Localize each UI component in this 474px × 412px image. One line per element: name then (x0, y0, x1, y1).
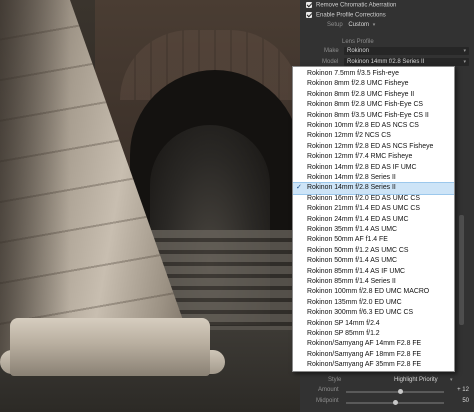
pillar-shadow (0, 0, 70, 360)
panel-scrollbar[interactable] (459, 215, 464, 325)
caret-down-icon: ▾ (372, 22, 376, 28)
lens-menu-item-label: Rokinon 50mm f/1.4 AS UMC (307, 257, 397, 265)
remove-ca-row[interactable]: Remove Chromatic Aberration (300, 2, 474, 9)
lens-menu-item-label: Rokinon 14mm f/2.8 ED AS IF UMC (307, 163, 417, 171)
lens-menu-item[interactable]: Rokinon 14mm f/2.8 ED AS IF UMC (293, 163, 454, 173)
make-select[interactable]: Rokinon ▾ (344, 47, 469, 55)
lens-menu-item-label: Rokinon 50mm AF f1.4 FE (307, 236, 388, 244)
lens-model-dropdown[interactable]: Rokinon 7.5mm f/3.5 Fish-eye Rokinon 8mm … (292, 66, 455, 372)
amount-label: Amount (318, 387, 339, 393)
lens-menu-item-label: Rokinon 8mm f/2.8 UMC Fisheye II (307, 90, 415, 98)
lens-menu-item[interactable]: Rokinon/Samyang AF 45mm F1.8 FE (293, 371, 454, 372)
enable-profile-row[interactable]: Enable Profile Corrections (300, 12, 474, 19)
enable-profile-label: Enable Profile Corrections (316, 12, 386, 19)
lens-menu-item[interactable]: Rokinon 24mm f/1.4 ED AS UMC (293, 215, 454, 225)
amount-slider-thumb[interactable] (398, 388, 404, 394)
lens-menu-item[interactable]: Rokinon 85mm f/1.4 Series II (293, 277, 454, 287)
lens-menu-item-label: Rokinon 16mm f/2.0 ED AS UMC CS (307, 194, 420, 202)
lens-profile-title: Lens Profile (342, 39, 374, 45)
caret-down-icon: ▾ (450, 377, 453, 383)
lens-menu-item[interactable]: Rokinon/Samyang AF 14mm F2.8 FE (293, 339, 454, 349)
style-label: Style (328, 377, 342, 383)
lens-menu-item-label: Rokinon 8mm f/2.8 UMC Fish-Eye CS (307, 101, 424, 109)
lens-menu-item[interactable]: Rokinon 14mm f/2.8 Series II (293, 173, 454, 183)
lens-menu-item-label: Rokinon 14mm f/2.8 Series II (307, 184, 396, 192)
lens-menu-item[interactable]: Rokinon 50mm f/1.4 AS UMC (293, 256, 454, 266)
lens-menu-item-label: Rokinon 300mm f/6.3 ED UMC CS (307, 309, 414, 317)
lens-menu-item[interactable]: Rokinon 50mm f/1.2 AS UMC CS (293, 246, 454, 256)
lens-menu-item-label: Rokinon 12mm f/7.4 RMC Fisheye (307, 153, 413, 161)
lens-menu-item[interactable]: Rokinon/Samyang AF 18mm F2.8 FE (293, 350, 454, 360)
lens-menu-item[interactable]: Rokinon 8mm f/2.8 UMC Fisheye II (293, 90, 454, 100)
lens-menu-item[interactable]: Rokinon 35mm f/1.4 AS UMC (293, 225, 454, 235)
lens-menu-item[interactable]: ✓ Rokinon 14mm f/2.8 Series II (293, 182, 454, 195)
make-value: Rokinon (347, 48, 370, 54)
lens-menu-item[interactable]: Rokinon 8mm f/2.8 UMC Fish-Eye CS (293, 100, 454, 110)
lens-menu-item[interactable]: Rokinon 300mm f/6.3 ED UMC CS (293, 308, 454, 318)
midpoint-value-row[interactable]: 50 (449, 398, 469, 404)
remove-ca-checkbox[interactable] (306, 2, 312, 8)
lens-menu-item[interactable]: Rokinon 100mm f/2.8 ED UMC MACRO (293, 287, 454, 297)
amount-value[interactable]: + 12 (457, 387, 469, 393)
lens-menu-item-label: Rokinon 12mm f/2.8 ED AS NCS Fisheye (307, 142, 434, 150)
photo-canvas (0, 0, 300, 412)
lens-menu-item[interactable]: Rokinon 16mm f/2.0 ED AS UMC CS (293, 194, 454, 204)
lens-menu-item-label: Rokinon 21mm f/1.4 ED AS UMC CS (307, 205, 420, 213)
lens-menu-item[interactable]: Rokinon SP 14mm f/2.4 (293, 319, 454, 329)
setup-label: Setup (327, 22, 343, 28)
model-label: Model (322, 59, 339, 65)
model-value: Rokinon 14mm f/2.8 Series II (347, 59, 425, 65)
lens-menu-item[interactable]: Rokinon 10mm f/2.8 ED AS NCS CS (293, 121, 454, 131)
lens-menu-item[interactable]: Rokinon 50mm AF f1.4 FE (293, 235, 454, 245)
lens-menu-item-label: Rokinon 50mm f/1.2 AS UMC CS (307, 246, 409, 254)
style-row[interactable]: Style Highlight Priority ▾ (328, 377, 474, 383)
lens-menu-item[interactable]: Rokinon 85mm f/1.4 AS IF UMC (293, 267, 454, 277)
caret-down-icon: ▾ (463, 59, 466, 65)
lens-menu-item[interactable]: Rokinon 8mm f/3.5 UMC Fish-Eye CS II (293, 111, 454, 121)
lens-menu-item-label: Rokinon SP 14mm f/2.4 (307, 319, 380, 327)
lens-menu-item[interactable]: Rokinon 8mm f/2.8 UMC Fisheye (293, 79, 454, 89)
lens-menu-item-label: Rokinon 8mm f/2.8 UMC Fisheye (307, 80, 409, 88)
lens-menu-item-label: Rokinon/Samyang AF 35mm F2.8 FE (307, 361, 422, 369)
lens-menu-item-label: Rokinon 7.5mm f/3.5 Fish-eye (307, 70, 399, 77)
style-value[interactable]: Highlight Priority (394, 377, 438, 383)
midpoint-label: Midpoint (316, 398, 339, 404)
lens-menu-item-label: Rokinon 10mm f/2.8 ED AS NCS CS (307, 122, 419, 129)
lens-menu-item[interactable]: Rokinon/Samyang AF 35mm F2.8 FE (293, 360, 454, 370)
lens-menu-item-label: Rokinon 24mm f/1.4 ED AS UMC (307, 215, 409, 223)
pillar-base (10, 318, 210, 376)
lens-menu-item-label: Rokinon 8mm f/3.5 UMC Fish-Eye CS II (307, 111, 429, 119)
lens-menu-item-label: Rokinon 85mm f/1.4 Series II (307, 278, 396, 285)
make-label: Make (324, 48, 339, 54)
lens-menu-item[interactable]: Rokinon SP 85mm f/1.2 (293, 329, 454, 339)
lens-menu-item-label: Rokinon 12mm f/2 NCS CS (307, 132, 391, 140)
lens-menu-item-label: Rokinon 85mm f/1.4 AS IF UMC (307, 267, 406, 275)
lens-menu-item-label: Rokinon 35mm f/1.4 AS UMC (307, 226, 397, 233)
midpoint-value[interactable]: 50 (462, 398, 469, 404)
amount-slider-track[interactable] (346, 391, 444, 393)
lens-menu-item-label: Rokinon/Samyang AF 14mm F2.8 FE (307, 340, 422, 348)
amount-value-row[interactable]: + 12 (449, 387, 469, 393)
checkmark-icon: ✓ (296, 184, 302, 192)
lens-menu-item[interactable]: Rokinon 12mm f/2.8 ED AS NCS Fisheye (293, 142, 454, 152)
lens-menu-item[interactable]: Rokinon 12mm f/2 NCS CS (293, 131, 454, 141)
lens-menu-item-label: Rokinon 135mm f/2.0 ED UMC (307, 298, 402, 306)
setup-value[interactable]: Custom (348, 22, 369, 28)
remove-ca-label: Remove Chromatic Aberration (316, 2, 397, 9)
lens-menu-item-label: Rokinon/Samyang AF 18mm F2.8 FE (307, 350, 422, 358)
lens-menu-item[interactable]: Rokinon 21mm f/1.4 ED AS UMC CS (293, 204, 454, 214)
caret-down-icon: ▾ (463, 48, 466, 54)
setup-row[interactable]: Setup Custom ▾ (327, 22, 474, 28)
lens-menu-item[interactable]: Rokinon 7.5mm f/3.5 Fish-eye (293, 69, 454, 79)
midpoint-slider-thumb[interactable] (392, 399, 398, 405)
lens-menu-item[interactable]: Rokinon 135mm f/2.0 ED UMC (293, 298, 454, 308)
lens-menu-item[interactable]: Rokinon 12mm f/7.4 RMC Fisheye (293, 152, 454, 162)
lens-menu-item-label: Rokinon SP 85mm f/1.2 (307, 330, 380, 337)
model-select[interactable]: Rokinon 14mm f/2.8 Series II ▾ (344, 58, 469, 66)
lens-menu-item-label: Rokinon 100mm f/2.8 ED UMC MACRO (307, 288, 430, 296)
lens-menu-item-label: Rokinon 14mm f/2.8 Series II (307, 174, 396, 181)
enable-profile-checkbox[interactable] (306, 12, 312, 18)
